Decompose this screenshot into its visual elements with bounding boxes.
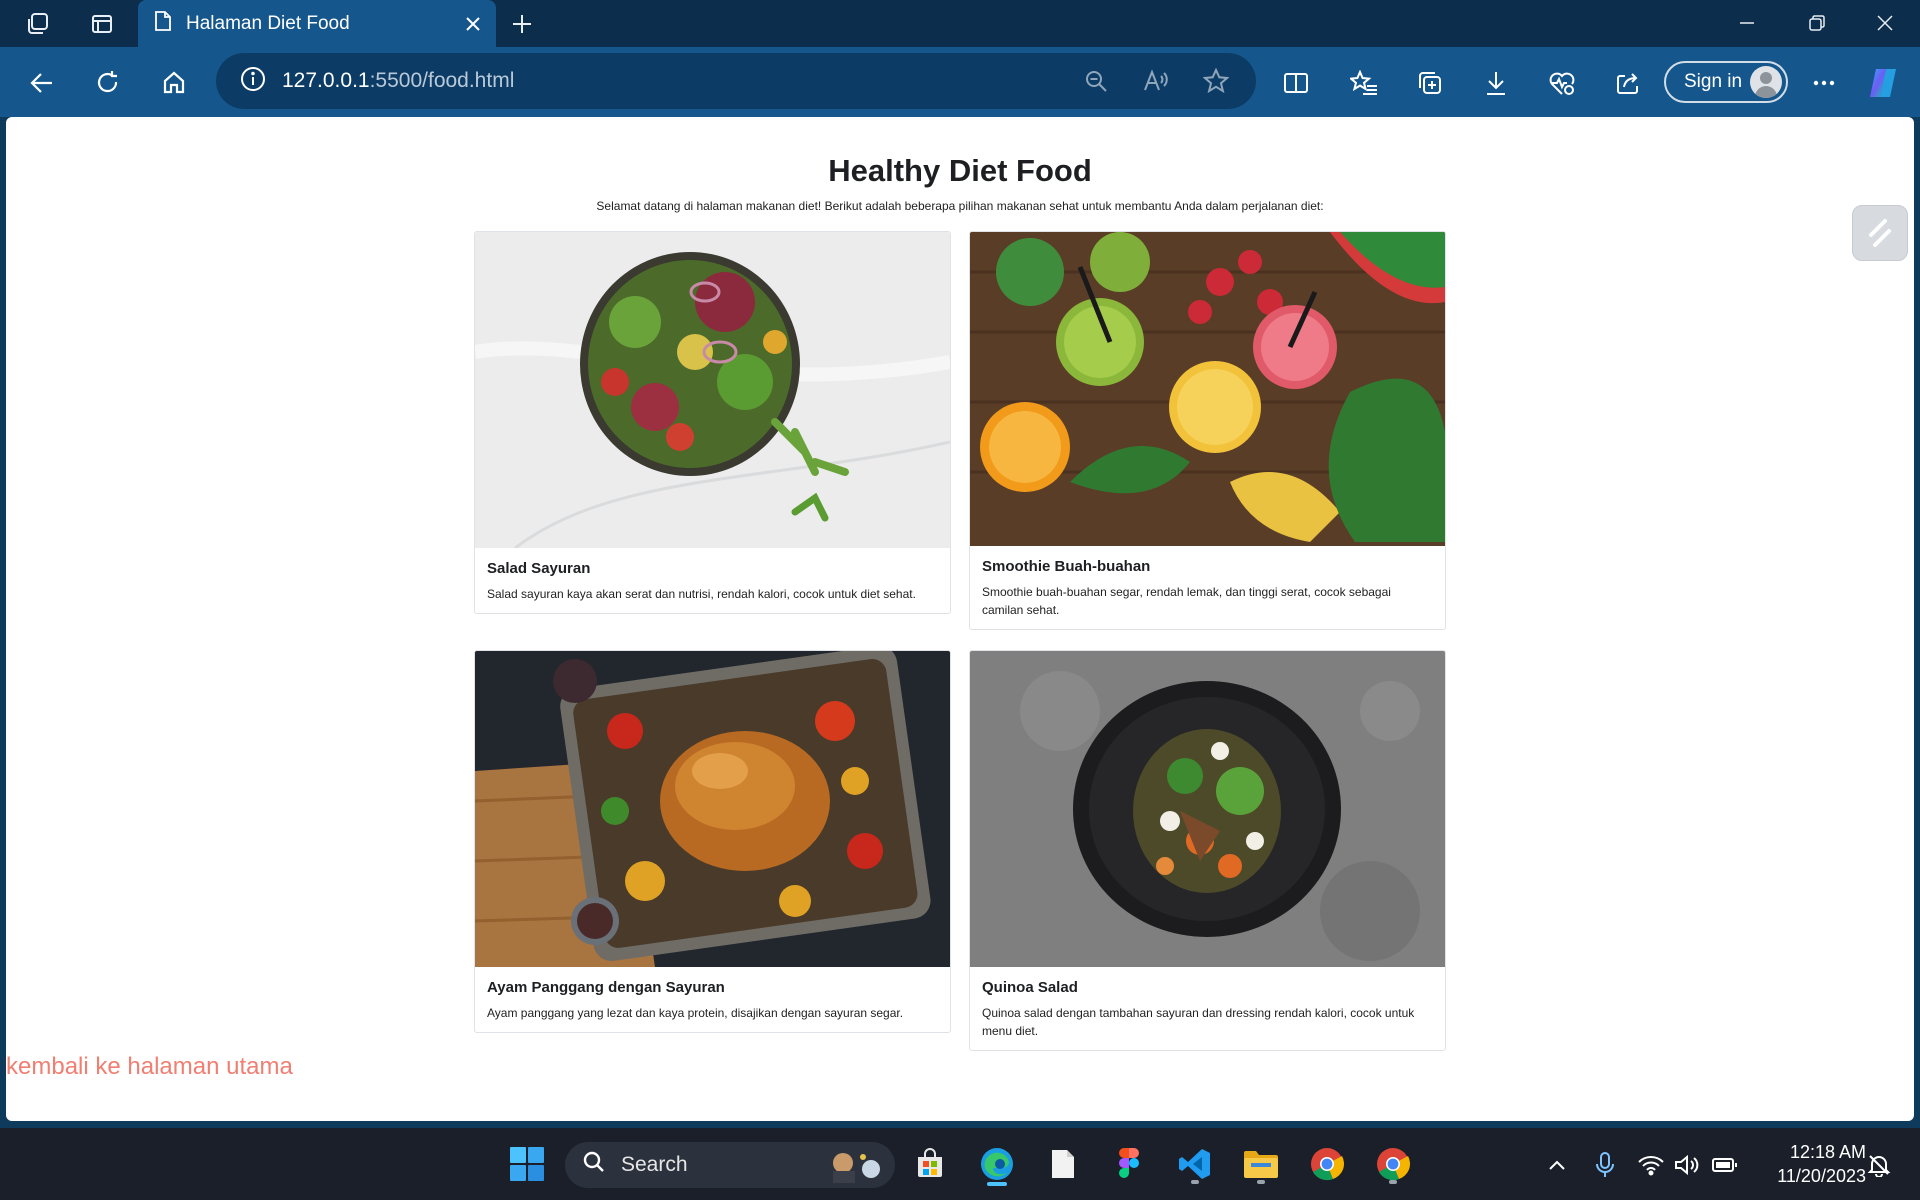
chrome-icon[interactable]	[1303, 1140, 1351, 1188]
file-explorer-icon[interactable]	[1237, 1140, 1285, 1188]
url-path: :5500/food.html	[369, 69, 515, 92]
running-indicator	[1389, 1180, 1397, 1184]
page-intro: Selamat datang di halaman makanan diet! …	[596, 199, 1324, 213]
quinoa-salad-image	[970, 651, 1445, 967]
workspaces-icon[interactable]	[22, 8, 54, 40]
search-icon	[583, 1151, 605, 1179]
new-tab-icon[interactable]	[506, 8, 538, 40]
windows-taskbar: Search 12:18 AM 11/20/2023	[0, 1128, 1920, 1200]
page-viewport: Healthy Diet Food Selamat datang di hala…	[6, 117, 1914, 1121]
card-description: Salad sayuran kaya akan serat dan nutris…	[487, 587, 916, 601]
share-icon[interactable]	[1606, 61, 1650, 105]
figma-icon[interactable]	[1105, 1140, 1153, 1188]
active-indicator	[987, 1182, 1007, 1186]
battery-icon[interactable]	[1712, 1152, 1738, 1178]
floating-extension-button[interactable]	[1852, 205, 1908, 261]
card-title: Smoothie Buah-buahan	[982, 558, 1151, 575]
zoom-out-icon[interactable]	[1076, 61, 1116, 101]
fruit-smoothies-image	[970, 232, 1445, 546]
read-aloud-icon[interactable]	[1136, 61, 1176, 101]
search-highlight-icon	[823, 1147, 885, 1189]
card-body: Ayam Panggang dengan Sayuran Ayam pangga…	[475, 967, 950, 1032]
clock-time: 12:18 AM	[1789, 1142, 1866, 1162]
browser-essentials-icon[interactable]	[1540, 61, 1584, 105]
page-title: Healthy Diet Food	[828, 153, 1092, 188]
card-description: Smoothie buah-buahan segar, rendah lemak…	[982, 585, 1391, 617]
favorites-icon[interactable]	[1342, 61, 1386, 105]
card-title: Ayam Panggang dengan Sayuran	[487, 979, 725, 996]
url-host: 127.0.0.1	[282, 69, 370, 92]
browser-title-bar: Halaman Diet Food	[0, 0, 1920, 47]
refresh-icon[interactable]	[86, 61, 130, 105]
running-indicator	[1191, 1180, 1199, 1184]
card-body: Smoothie Buah-buahan Smoothie buah-buaha…	[970, 546, 1445, 629]
card-description: Quinoa salad dengan tambahan sayuran dan…	[982, 1006, 1415, 1038]
downloads-icon[interactable]	[1474, 61, 1518, 105]
card-body: Salad Sayuran Salad sayuran kaya akan se…	[475, 548, 950, 613]
card-description: Ayam panggang yang lezat dan kaya protei…	[487, 1006, 904, 1020]
food-card-ayam-panggang: Ayam Panggang dengan Sayuran Ayam pangga…	[474, 650, 951, 1033]
collections-icon[interactable]	[1408, 61, 1452, 105]
more-menu-icon[interactable]	[1802, 61, 1846, 105]
roast-chicken-image	[475, 651, 950, 967]
windows-start-icon[interactable]	[503, 1140, 551, 1188]
tab-halaman-diet-food[interactable]: Halaman Diet Food	[138, 0, 496, 47]
page-icon	[154, 10, 172, 37]
restore-icon[interactable]	[1794, 6, 1840, 40]
address-bar[interactable]: 127.0.0.1:5500/food.html	[216, 53, 1256, 109]
food-card-salad-sayuran: Salad Sayuran Salad sayuran kaya akan se…	[474, 231, 951, 614]
show-hidden-icons-chevron-icon[interactable]	[1544, 1152, 1570, 1178]
back-to-home-link[interactable]: kembali ke halaman utama	[6, 1053, 293, 1081]
minimize-icon[interactable]	[1724, 6, 1770, 40]
site-info-icon[interactable]	[240, 66, 266, 97]
notepad-file-icon[interactable]	[1039, 1140, 1087, 1188]
taskbar-clock[interactable]: 12:18 AM 11/20/2023	[1756, 1140, 1866, 1188]
microphone-icon[interactable]	[1592, 1152, 1618, 1178]
edge-browser-icon[interactable]	[973, 1140, 1021, 1188]
tab-actions-icon[interactable]	[86, 8, 118, 40]
food-card-quinoa-salad: Quinoa Salad Quinoa salad dengan tambaha…	[969, 650, 1446, 1051]
chrome-profile-icon[interactable]	[1369, 1140, 1417, 1188]
salad-bowl-image	[475, 232, 950, 548]
card-title: Quinoa Salad	[982, 979, 1078, 996]
split-screen-icon[interactable]	[1274, 61, 1318, 105]
sign-in-label: Sign in	[1684, 71, 1743, 92]
back-arrow-icon[interactable]	[20, 61, 64, 105]
sign-in-button[interactable]: Sign in	[1664, 61, 1788, 103]
favorite-star-icon[interactable]	[1196, 61, 1236, 101]
tab-title: Halaman Diet Food	[186, 12, 350, 34]
vscode-icon[interactable]	[1171, 1140, 1219, 1188]
profile-avatar-icon	[1750, 66, 1782, 98]
food-card-smoothie-buah-buahan: Smoothie Buah-buahan Smoothie buah-buaha…	[969, 231, 1446, 630]
volume-icon[interactable]	[1674, 1152, 1700, 1178]
copilot-icon[interactable]	[1862, 61, 1906, 105]
close-tab-icon[interactable]	[458, 9, 488, 39]
microsoft-store-icon[interactable]	[906, 1140, 954, 1188]
card-body: Quinoa Salad Quinoa salad dengan tambaha…	[970, 967, 1445, 1050]
running-indicator	[1257, 1180, 1265, 1184]
browser-toolbar: 127.0.0.1:5500/food.html Sign in	[0, 47, 1920, 117]
wifi-icon[interactable]	[1638, 1152, 1664, 1178]
url-text[interactable]: 127.0.0.1:5500/food.html	[282, 69, 514, 93]
card-title: Salad Sayuran	[487, 560, 591, 577]
taskbar-search-input[interactable]: Search	[565, 1142, 895, 1188]
close-window-icon[interactable]	[1862, 6, 1908, 40]
home-icon[interactable]	[152, 61, 196, 105]
clock-date: 11/20/2023	[1777, 1166, 1866, 1186]
notification-bell-icon[interactable]	[1866, 1152, 1892, 1178]
search-label: Search	[621, 1153, 688, 1176]
